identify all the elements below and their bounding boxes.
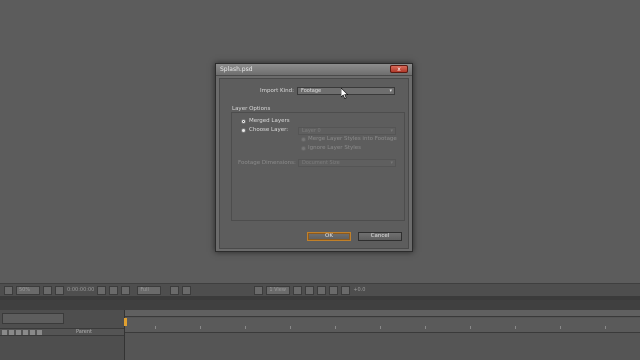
- footage-dimensions-label: Footage Dimensions:: [238, 160, 296, 166]
- ruler-tick: [605, 326, 606, 329]
- time-graph: [124, 310, 640, 360]
- view-layout-dropdown[interactable]: 1 View: [266, 285, 291, 295]
- mouse-cursor-icon: [341, 88, 349, 99]
- ruler-tick: [425, 326, 426, 329]
- layer-options-group: Merged Layers Choose Layer: Layer 0 ▾ Me…: [231, 112, 405, 221]
- timeline-icon[interactable]: [317, 285, 327, 295]
- chevron-down-icon: ▾: [390, 160, 393, 166]
- layer-number-icon[interactable]: [37, 329, 42, 335]
- ok-button[interactable]: OK: [307, 232, 351, 241]
- merged-layers-label[interactable]: Merged Layers: [249, 118, 290, 124]
- ruler-tick: [200, 326, 201, 329]
- lock-switch-icon[interactable]: [23, 329, 28, 335]
- import-kind-value: Footage: [301, 88, 322, 94]
- audio-switch-icon[interactable]: [9, 329, 14, 335]
- close-button[interactable]: x: [390, 65, 408, 73]
- safe-zones-icon[interactable]: [43, 285, 52, 295]
- merge-styles-radio[interactable]: [301, 137, 306, 142]
- ruler-tick: [290, 326, 291, 329]
- timecode[interactable]: 0:00:00:00: [67, 286, 94, 295]
- ruler-tick: [515, 326, 516, 329]
- choose-layer-dropdown[interactable]: Layer 0 ▾: [298, 127, 396, 135]
- timeline-panel: Parent: [0, 300, 640, 360]
- toggle-pixel-aspect-icon[interactable]: [293, 285, 303, 295]
- transparency-grid-icon[interactable]: [182, 285, 192, 295]
- region-of-interest-icon[interactable]: [170, 285, 180, 295]
- dialog-body: Import Kind: Footage ▾ Layer Options Mer…: [219, 78, 409, 249]
- solo-switch-icon[interactable]: [16, 329, 21, 335]
- ruler-tick: [245, 326, 246, 329]
- resolution-dropdown[interactable]: Full: [137, 285, 162, 295]
- ruler-tick: [155, 326, 156, 329]
- ignore-styles-radio[interactable]: [301, 146, 306, 151]
- chevron-down-icon: ▾: [390, 128, 393, 134]
- flowchart-icon[interactable]: [329, 285, 339, 295]
- snapshot-icon[interactable]: [97, 285, 107, 295]
- cancel-button[interactable]: Cancel: [358, 232, 402, 241]
- ruler-tick: [335, 326, 336, 329]
- ruler-tick: [470, 326, 471, 329]
- footage-dimensions-dropdown[interactable]: Document Size ▾: [298, 159, 396, 167]
- always-preview-icon[interactable]: [4, 285, 13, 295]
- zoom-dropdown[interactable]: 50%: [16, 285, 40, 295]
- fast-preview-icon[interactable]: [305, 285, 315, 295]
- parent-column-header[interactable]: Parent: [76, 329, 92, 335]
- timeline-search-field[interactable]: [2, 313, 64, 324]
- choose-layer-label[interactable]: Choose Layer:: [249, 127, 288, 133]
- show-snapshot-icon[interactable]: [109, 285, 119, 295]
- active-camera-icon[interactable]: [254, 285, 264, 295]
- ruler-tick: [560, 326, 561, 329]
- layer-outline: Parent: [0, 310, 125, 360]
- choose-layer-value: Layer 0: [302, 128, 321, 134]
- reset-exposure-icon[interactable]: [341, 285, 351, 295]
- video-switch-icon[interactable]: [2, 329, 7, 335]
- ignore-styles-label[interactable]: Ignore Layer Styles: [308, 145, 361, 151]
- mask-visibility-icon[interactable]: [55, 285, 64, 295]
- import-dialog: Splash.psd x Import Kind: Footage ▾ Laye…: [215, 63, 413, 252]
- work-area-bar[interactable]: [125, 310, 640, 317]
- merge-styles-label[interactable]: Merge Layer Styles into Footage: [308, 136, 397, 142]
- current-time-indicator[interactable]: [124, 318, 127, 326]
- layer-switches-header: Parent: [0, 328, 124, 336]
- import-kind-label: Import Kind:: [260, 88, 294, 94]
- time-ruler[interactable]: [124, 318, 640, 333]
- exposure-value[interactable]: +0.0: [353, 286, 365, 295]
- channel-icon[interactable]: [121, 285, 131, 295]
- dialog-titlebar[interactable]: Splash.psd x: [216, 64, 412, 76]
- dialog-title: Splash.psd: [220, 66, 253, 73]
- label-icon[interactable]: [30, 329, 35, 335]
- viewer-toolbar: 50% 0:00:00:00 Full 1 View +0.0: [0, 283, 640, 296]
- chevron-down-icon: ▾: [389, 88, 392, 94]
- footage-dimensions-value: Document Size: [302, 160, 340, 166]
- choose-layer-radio[interactable]: [241, 128, 246, 133]
- ruler-tick: [380, 326, 381, 329]
- merged-layers-radio[interactable]: [241, 119, 246, 124]
